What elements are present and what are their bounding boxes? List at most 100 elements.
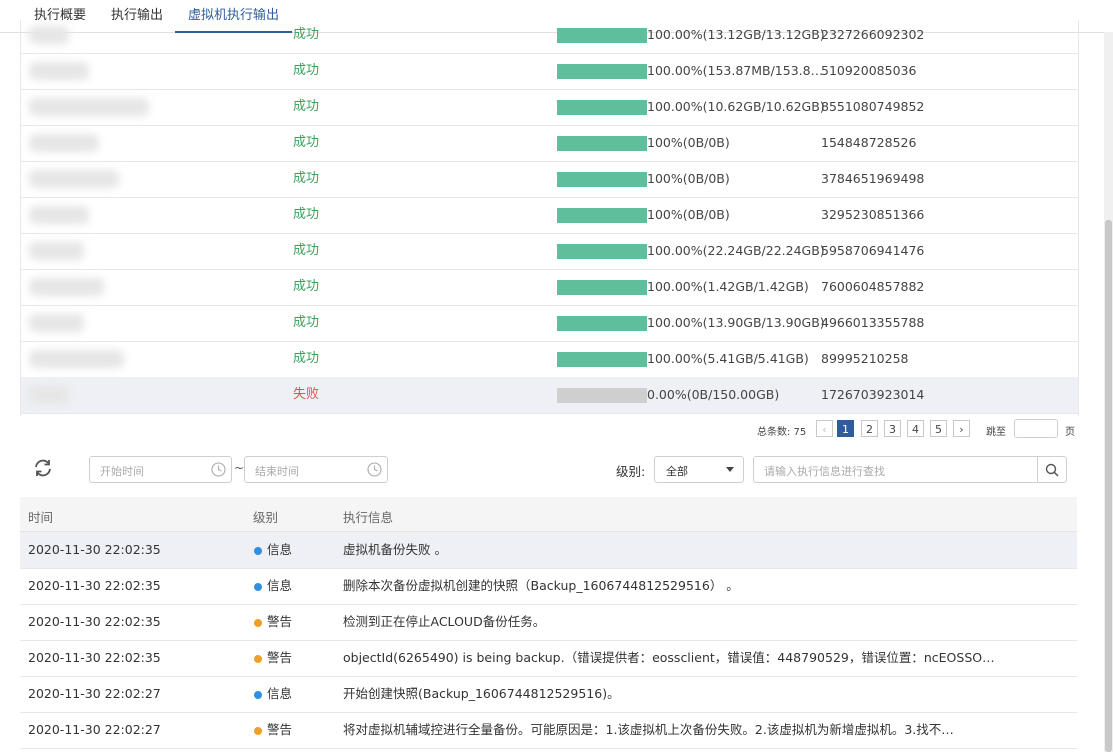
end-time-input[interactable]: 结束时间 <box>244 456 388 483</box>
vm-name-redacted <box>29 98 149 116</box>
log-row[interactable]: 2020-11-30 22:02:35 信息 删除本次备份虚拟机创建的快照（Back… <box>20 568 1077 605</box>
log-time: 2020-11-30 22:02:35 <box>28 578 161 593</box>
progress-bar <box>557 64 647 79</box>
total-count: 总条数: 75 <box>757 427 807 438</box>
page-button-2[interactable]: 2 <box>861 420 878 437</box>
progress-text: 0.00%(0B/150.00GB) <box>647 387 780 402</box>
level-select[interactable]: 全部 <box>654 456 744 483</box>
level-dot-icon <box>254 727 262 735</box>
progress-bar <box>557 244 647 259</box>
level-dot-icon <box>254 619 262 627</box>
level-dot-icon <box>254 691 262 699</box>
vm-backup-id: 510920085036 <box>821 63 917 78</box>
log-message: 开始创建快照(Backup_1606744812529516)。 <box>343 686 620 701</box>
column-header-level[interactable]: 级别 <box>253 507 278 526</box>
vm-backup-id: 1726703923014 <box>821 387 925 402</box>
vm-backup-id: 89995210258 <box>821 351 909 366</box>
jump-page-input[interactable] <box>1014 419 1058 438</box>
table-row[interactable]: 成功 100.00%(1.42GB/1.42GB) 7600604857882 <box>21 269 1078 306</box>
time-range-separator: ~ <box>234 461 245 475</box>
progress-bar-fill <box>557 136 647 151</box>
table-row[interactable]: 成功 100%(0B/0B) 154848728526 <box>21 125 1078 162</box>
progress-bar <box>557 280 647 295</box>
log-time: 2020-11-30 22:02:27 <box>28 686 161 701</box>
progress-bar <box>557 136 647 151</box>
vm-status: 成功 <box>293 171 320 186</box>
log-message: 删除本次备份虚拟机创建的快照（Backup_1606744812529516） … <box>343 578 739 593</box>
progress-bar-fill <box>557 64 647 79</box>
progress-bar <box>557 172 647 187</box>
vm-status: 成功 <box>293 351 320 366</box>
level-dot-icon <box>254 583 262 591</box>
page-button-3[interactable]: 3 <box>884 420 901 437</box>
next-page-button[interactable]: › <box>953 420 970 437</box>
table-row[interactable]: 成功 100.00%(22.24GB/22.24GB) 5958706941476 <box>21 233 1078 270</box>
vm-output-table: 成功 100.00%(13.12GB/13.12GB) 2327266092302 成… <box>20 20 1079 416</box>
page-scrollbar[interactable] <box>1104 32 1113 752</box>
table-row[interactable]: 成功 100.00%(10.62GB/10.62GB) 8551080749852 <box>21 89 1078 126</box>
progress-bar <box>557 208 647 223</box>
vm-name-redacted <box>29 134 99 152</box>
log-level: 信息 <box>267 578 293 593</box>
progress-bar-fill <box>557 352 647 367</box>
log-row[interactable]: 2020-11-30 22:02:27 信息 开始创建快照(Backup_16067… <box>20 676 1077 713</box>
progress-text: 100.00%(1.42GB/1.42GB) <box>647 279 809 294</box>
vm-backup-id: 8551080749852 <box>821 99 925 114</box>
log-row[interactable]: 2020-11-30 22:02:27 警告 将对虚拟机辅域控进行全量备份。可能原因… <box>20 712 1077 749</box>
progress-text: 100.00%(10.62GB/10.62GB) <box>647 99 825 114</box>
log-search-input[interactable]: 请输入执行信息进行查找 <box>753 456 1067 483</box>
vm-status: 失败 <box>293 387 320 402</box>
vm-name-redacted <box>29 314 84 332</box>
table-row[interactable]: 成功 100.00%(13.90GB/13.90GB) 4966013355788 <box>21 305 1078 342</box>
log-search-placeholder: 请输入执行信息进行查找 <box>764 465 885 478</box>
refresh-icon[interactable] <box>32 457 54 479</box>
progress-text: 100.00%(22.24GB/22.24GB) <box>647 243 825 258</box>
table-row[interactable]: 成功 100.00%(5.41GB/5.41GB) 89995210258 <box>21 341 1078 378</box>
vm-status: 成功 <box>293 243 320 258</box>
table-row[interactable]: 成功 100%(0B/0B) 3784651969498 <box>21 161 1078 198</box>
table-row[interactable]: 成功 100%(0B/0B) 3295230851366 <box>21 197 1078 234</box>
start-time-placeholder: 开始时间 <box>100 465 144 478</box>
vm-name-redacted <box>29 350 124 368</box>
progress-text: 100.00%(13.90GB/13.90GB) <box>647 315 825 330</box>
log-level: 警告 <box>267 722 293 737</box>
end-time-placeholder: 结束时间 <box>255 465 299 478</box>
level-select-value: 全部 <box>666 465 688 478</box>
log-level: 信息 <box>267 686 293 701</box>
log-message: objectId(6265490) is being backup.（错误提供者… <box>343 650 995 665</box>
table-row[interactable]: 失败 0.00%(0B/150.00GB) 1726703923014 <box>21 377 1078 414</box>
level-dot-icon <box>254 655 262 663</box>
prev-page-button[interactable]: ‹ <box>816 420 833 437</box>
scrollbar-thumb[interactable] <box>1105 220 1112 752</box>
column-header-message[interactable]: 执行信息 <box>343 507 393 526</box>
page-button-4[interactable]: 4 <box>907 420 924 437</box>
progress-bar <box>557 316 647 331</box>
vm-status: 成功 <box>293 27 320 42</box>
table-row[interactable]: 成功 100.00%(13.12GB/13.12GB) 2327266092302 <box>21 17 1078 54</box>
table-row[interactable]: 成功 100.00%(153.87MB/153.8… 510920085036 <box>21 53 1078 90</box>
log-message: 检测到正在停止ACLOUD备份任务。 <box>343 614 546 629</box>
progress-bar-fill <box>557 316 647 331</box>
log-time: 2020-11-30 22:02:35 <box>28 650 161 665</box>
page-button-5[interactable]: 5 <box>930 420 947 437</box>
page-button-1[interactable]: 1 <box>837 420 854 437</box>
vm-name-redacted <box>29 62 89 80</box>
vm-status: 成功 <box>293 279 320 294</box>
vm-backup-id: 3295230851366 <box>821 207 925 222</box>
log-row[interactable]: 2020-11-30 22:02:35 警告 检测到正在停止ACLOUD备份任务。 <box>20 604 1077 641</box>
log-time: 2020-11-30 22:02:35 <box>28 614 161 629</box>
search-button[interactable] <box>1037 457 1066 482</box>
vm-name-redacted <box>29 386 69 404</box>
vm-status: 成功 <box>293 207 320 222</box>
vm-name-redacted <box>29 26 69 44</box>
log-level: 警告 <box>267 614 293 629</box>
progress-bar-fill <box>557 208 647 223</box>
progress-text: 100%(0B/0B) <box>647 207 730 222</box>
search-icon <box>1045 463 1059 477</box>
log-row[interactable]: 2020-11-30 22:02:35 信息 虚拟机备份失败 。 <box>20 532 1077 569</box>
start-time-input[interactable]: 开始时间 <box>89 456 232 483</box>
vm-status: 成功 <box>293 99 320 114</box>
progress-text: 100.00%(5.41GB/5.41GB) <box>647 351 809 366</box>
log-row[interactable]: 2020-11-30 22:02:35 警告 objectId(6265490) i… <box>20 640 1077 677</box>
column-header-time[interactable]: 时间 <box>28 507 53 526</box>
